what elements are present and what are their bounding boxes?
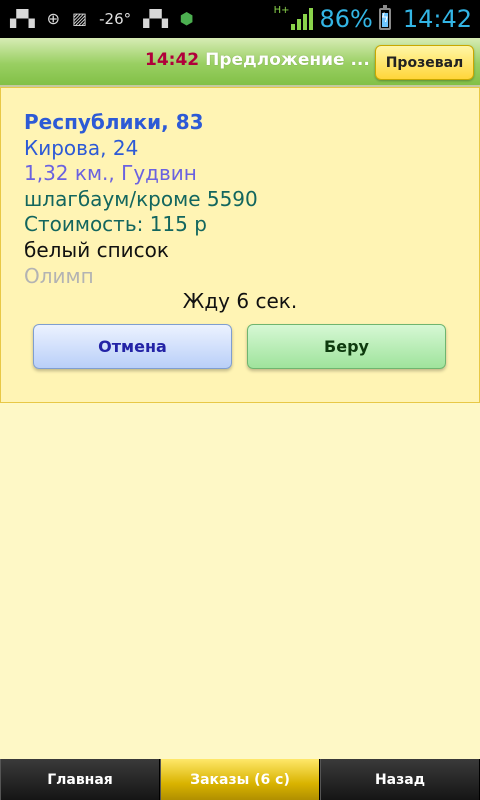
- system-indicators: H+ 86% ϟ 14:42: [274, 0, 472, 38]
- client-name: Олимп: [24, 264, 94, 288]
- network-type: H+: [273, 4, 290, 16]
- clock: 14:42: [402, 5, 472, 33]
- distance-info: 1,32 км., Гудвин: [24, 161, 197, 185]
- tab-main[interactable]: Главная: [0, 759, 160, 800]
- pickup-address: Республики, 83: [24, 110, 204, 134]
- order-note: шлагбаум/кроме 5590: [24, 187, 258, 211]
- title-message: Предложение ...: [205, 50, 370, 70]
- destination-address: Кирова, 24: [24, 136, 139, 160]
- accept-button[interactable]: Беру: [247, 324, 446, 369]
- taxi-icon: ▞▚: [10, 9, 35, 28]
- order-card: Республики, 83 Кирова, 24 1,32 км., Гудв…: [0, 87, 480, 403]
- gps-icon: ⊕: [46, 9, 61, 28]
- notification-icons: ▞▚ ⊕ ▨ -26° ▞▚ ⬢: [10, 0, 194, 38]
- shield-app-icon: ⬢: [179, 9, 194, 28]
- image-icon: ▨: [72, 9, 88, 28]
- wait-countdown: Жду 6 сек.: [182, 289, 298, 313]
- battery-percent: 86%: [319, 5, 373, 33]
- battery-icon: ϟ: [378, 5, 391, 30]
- title-time: 14:42: [145, 50, 200, 70]
- signal-icon: [291, 8, 314, 30]
- order-price: Стоимость: 115 р: [24, 212, 207, 236]
- list-status: белый список: [24, 238, 169, 262]
- tab-orders[interactable]: Заказы (6 с): [160, 759, 320, 800]
- cancel-button[interactable]: Отмена: [33, 324, 232, 369]
- title: 14:42 Предложение ...: [145, 50, 370, 70]
- temperature-label: -26°: [99, 10, 132, 28]
- taxi-icon: ▞▚: [143, 9, 168, 28]
- bottom-nav: Главная Заказы (6 с) Назад: [0, 759, 480, 800]
- status-bar: ▞▚ ⊕ ▨ -26° ▞▚ ⬢ H+ 86% ϟ 14:42: [0, 0, 480, 38]
- tab-back[interactable]: Назад: [320, 759, 480, 800]
- missed-button[interactable]: Прозевал: [375, 45, 474, 80]
